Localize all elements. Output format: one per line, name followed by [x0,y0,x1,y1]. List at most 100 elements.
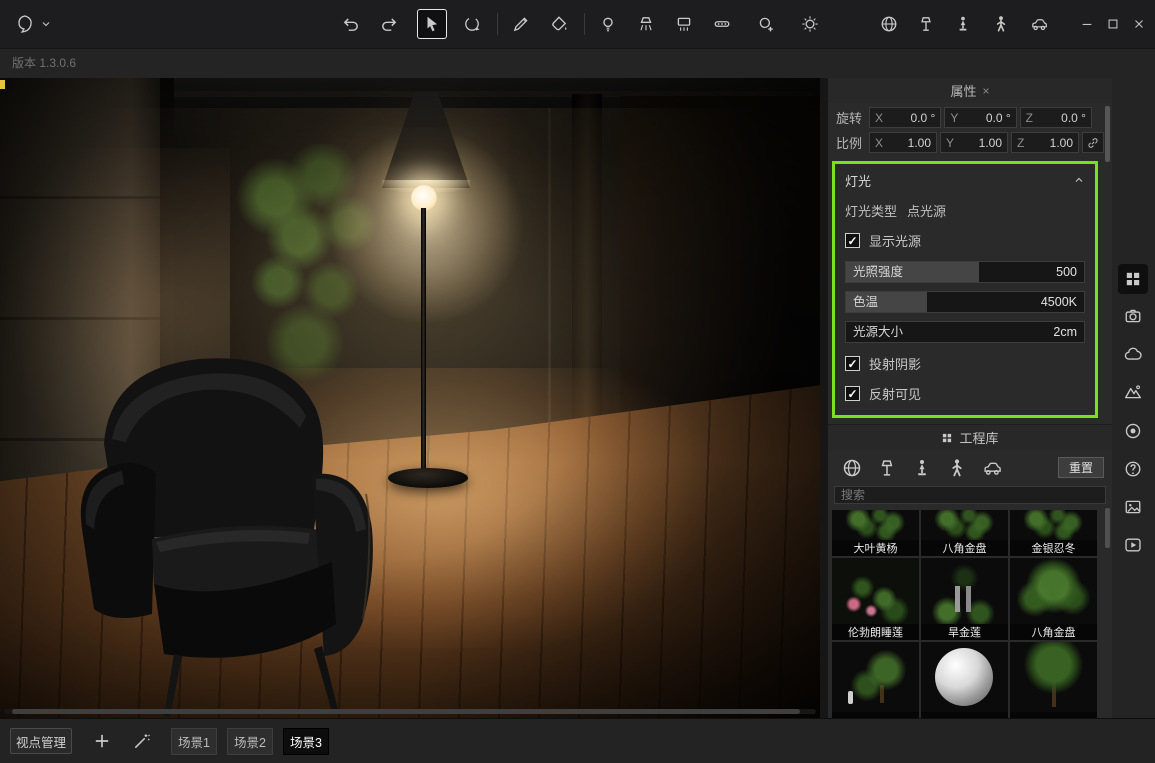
library-item[interactable] [832,642,919,718]
titlebar [0,0,1155,48]
rotation-y-field[interactable]: Y0.0 ° [944,107,1016,128]
chevron-down-icon[interactable] [38,11,54,37]
tab-scene-3[interactable]: 场景3 [283,728,329,755]
floor-lamp-icon[interactable] [877,458,897,478]
character-icon[interactable] [947,458,967,478]
lily-thumbnail [832,558,919,624]
point-light-button[interactable] [595,11,621,37]
close-button[interactable] [1126,11,1152,37]
scale-row: 比例 X1.00 Y1.00 Z1.00 [836,132,1104,153]
library-item[interactable]: 旱金莲 [921,558,1008,640]
undo-button[interactable] [338,11,364,37]
viewport-3d-scene[interactable] [0,78,820,718]
light-section-header[interactable]: 灯光 [845,168,1085,192]
tree-thumbnail [832,642,919,712]
library-scrollbar-thumb[interactable] [1105,508,1110,548]
add-scene-button[interactable] [92,731,112,751]
minimize-button[interactable] [1074,11,1100,37]
chevron-up-icon[interactable] [1073,174,1085,186]
temperature-slider[interactable]: 色温 4500K [845,291,1085,313]
light-section-title: 灯光 [845,171,871,190]
properties-close-icon[interactable]: × [983,84,990,98]
grid-icon [941,432,953,444]
panel-scrollbar-thumb[interactable] [1105,106,1110,162]
video-button[interactable] [1118,530,1148,560]
toolbar-divider [584,13,585,35]
library-item[interactable]: 八角金盘 [1010,558,1097,640]
source-size-value: 2cm [1053,322,1077,343]
library-panel-button[interactable] [1118,264,1148,294]
maximize-button[interactable] [1100,11,1126,37]
viewport-scrollbar[interactable] [4,709,816,714]
help-button[interactable] [1118,454,1148,484]
plant-thumbnail [832,510,919,540]
sun-light-button[interactable] [797,11,823,37]
terrain-button[interactable] [1118,377,1148,407]
cast-shadow-row: 投射阴影 [845,354,1085,373]
character-library-button[interactable] [988,11,1014,37]
reset-button[interactable]: 重置 [1058,457,1104,478]
library-item[interactable]: 伦勃朗睡莲 [832,558,919,640]
library-item[interactable] [921,642,1008,718]
material-sphere-icon[interactable] [842,458,862,478]
camera-button[interactable] [1118,301,1148,331]
reflect-visible-checkbox[interactable] [845,386,860,401]
tab-scene-2[interactable]: 场景2 [227,728,273,755]
library-header[interactable]: 工程库 [828,424,1112,450]
material-sphere-thumbnail [921,642,1008,712]
statue-library-button[interactable] [950,11,976,37]
vehicle-library-button[interactable] [1026,11,1052,37]
show-source-row: 显示光源 [845,231,1085,250]
scale-x-field[interactable]: X1.00 [869,132,937,153]
intensity-slider[interactable]: 光照强度 500 [845,261,1085,283]
magic-wand-icon[interactable] [132,731,152,751]
plant-thumbnail [921,510,1008,540]
paint-bucket-button[interactable] [546,11,572,37]
plant-thumbnail [1010,510,1097,540]
rotation-row: 旋转 X0.0 ° Y0.0 ° Z0.0 ° [836,107,1092,128]
library-item[interactable]: 金银忍冬 [1010,510,1097,556]
scale-y-field[interactable]: Y1.00 [940,132,1008,153]
library-search-input[interactable] [834,486,1106,504]
library-item[interactable]: 大叶黄杨 [832,510,919,556]
toolbar-divider [497,13,498,35]
light-section-highlighted: 灯光 灯光类型 点光源 显示光源 光照强度 500 色温 4500K 光源大小 … [832,161,1098,418]
scale-link-toggle[interactable] [1082,132,1104,153]
source-size-field[interactable]: 光源大小 2cm [845,321,1085,343]
gallery-button[interactable] [1118,492,1148,522]
show-source-label: 显示光源 [869,231,921,250]
select-tool-button[interactable] [417,9,447,39]
weather-button[interactable] [1118,339,1148,369]
cast-shadow-label: 投射阴影 [869,354,921,373]
vehicle-icon[interactable] [982,458,1002,478]
scale-z-field[interactable]: Z1.00 [1011,132,1079,153]
tab-scene-1[interactable]: 场景1 [171,728,217,755]
temperature-value: 4500K [1041,292,1077,313]
paint-brush-button[interactable] [508,11,534,37]
lamp-library-button[interactable] [913,11,939,37]
show-source-checkbox[interactable] [845,233,860,248]
viewport-scrollbar-thumb[interactable] [12,709,800,714]
material-library-button[interactable] [876,11,902,37]
app-logo-icon[interactable] [12,11,38,37]
strip-light-button[interactable] [709,11,735,37]
rotation-z-field[interactable]: Z0.0 ° [1020,107,1092,128]
rotation-x-field[interactable]: X0.0 ° [869,107,941,128]
light-type-value[interactable]: 点光源 [907,201,946,220]
statue-icon[interactable] [912,458,932,478]
library-category-row: 重置 [828,450,1112,484]
library-item[interactable] [1010,642,1097,718]
orbit-tool-button[interactable] [459,11,485,37]
light-type-label: 灯光类型 [845,201,897,220]
scene-lamp-pole [421,208,426,476]
viewpoint-manage-button[interactable]: 视点管理 [10,728,72,754]
spot-light-button[interactable] [633,11,659,37]
library-item[interactable]: 八角金盘 [921,510,1008,556]
redo-button[interactable] [376,11,402,37]
area-light-button[interactable] [671,11,697,37]
cast-shadow-checkbox[interactable] [845,356,860,371]
render-button[interactable] [1118,416,1148,446]
add-light-button[interactable] [753,11,779,37]
bush-thumbnail [1010,558,1097,624]
tree-thumbnail [1010,642,1097,712]
